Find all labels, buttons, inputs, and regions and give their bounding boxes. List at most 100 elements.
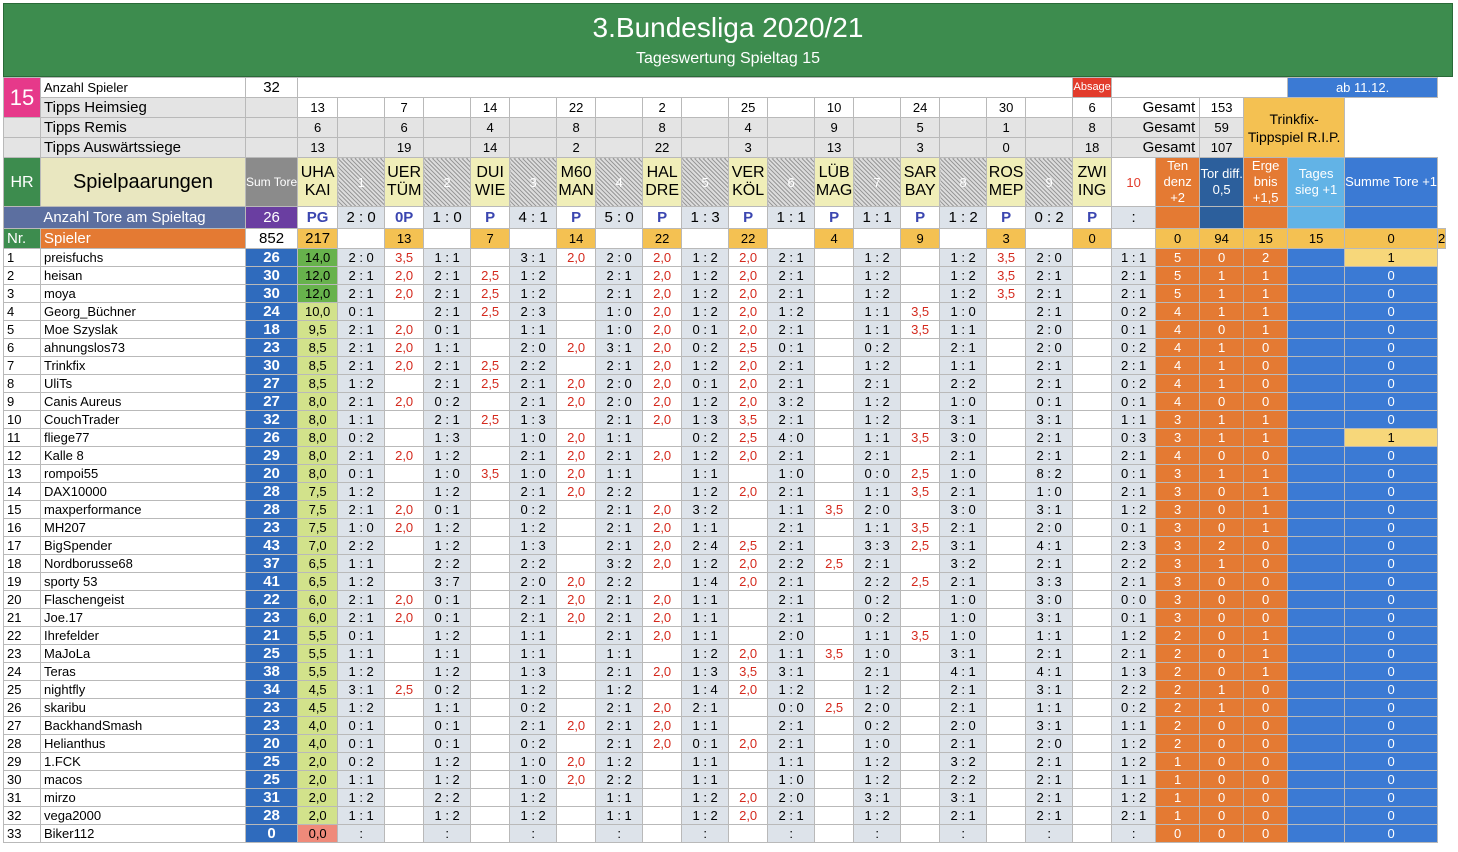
player-tip-points <box>642 788 683 807</box>
empty <box>1155 206 1201 229</box>
player-tip: 3 : 1 <box>767 662 816 681</box>
label-gesamt: Gesamt <box>1111 137 1201 158</box>
player-tip-points <box>470 698 511 717</box>
player-ten: 2 <box>1155 662 1201 681</box>
player-tip-points <box>642 572 683 591</box>
player-pg: 9,5 <box>297 320 339 339</box>
player-tip-points <box>986 680 1027 699</box>
player-tip: 8 : 2 <box>1025 464 1074 483</box>
player-tor: 2 <box>1199 536 1245 555</box>
nr-header: Nr. <box>3 228 41 249</box>
pg-label: PG <box>297 206 339 229</box>
player-tip-points <box>728 608 769 627</box>
player-tip-points <box>1072 662 1113 681</box>
player-tip: 2 : 1 <box>1025 446 1074 465</box>
match-points: 3 <box>986 228 1027 249</box>
empty <box>1025 137 1074 158</box>
label-gesamt: Gesamt <box>1111 97 1201 118</box>
player-erg: 0 <box>1243 374 1289 393</box>
player-tip: 2 : 2 <box>767 554 816 573</box>
player-tore: 30 <box>244 266 299 285</box>
team-pair: UER TÜM <box>384 157 425 207</box>
player-tip-points <box>986 536 1027 555</box>
remis-count: 1 <box>986 117 1027 138</box>
player-tip: 1 : 2 <box>423 770 472 789</box>
player-tore: 20 <box>244 734 299 753</box>
player-tip-points <box>900 392 941 411</box>
player-tip: 2 : 1 <box>1025 374 1074 393</box>
player-tip: 0 : 1 <box>767 338 816 357</box>
player-tip-points <box>814 572 855 591</box>
player-tore: 23 <box>244 716 299 735</box>
player-tip: 1 : 2 <box>681 644 730 663</box>
match-p: P <box>900 206 941 229</box>
match-index: 3 <box>509 157 558 207</box>
player-tip-points: 2,0 <box>384 500 425 519</box>
player-tip: 2 : 1 <box>767 410 816 429</box>
player-tip: 2 : 1 <box>595 626 644 645</box>
player-tip: 0 : 1 <box>1111 608 1157 627</box>
player-tip: 1 : 0 <box>939 392 988 411</box>
player-ten: 3 <box>1155 518 1201 537</box>
player-tip-points: 2,0 <box>384 338 425 357</box>
player-tip: 2 : 2 <box>423 554 472 573</box>
player-tip-points <box>814 662 855 681</box>
player-tip-points <box>1072 320 1113 339</box>
player-tip: 0 : 2 <box>853 608 902 627</box>
player-tore: 28 <box>244 500 299 519</box>
player-tip: 1 : 2 <box>767 680 816 699</box>
player-erg: 0 <box>1243 554 1289 573</box>
label-tipps-heimsieg: Tipps Heimsieg <box>40 97 246 118</box>
player-tip: 2 : 1 <box>767 536 816 555</box>
player-pg: 5,5 <box>297 626 339 645</box>
player-tip-points <box>642 644 683 663</box>
empty <box>509 228 558 249</box>
player-tip-points: 2,0 <box>556 590 597 609</box>
player-tip: 1 : 2 <box>595 752 644 771</box>
player-tip-points <box>1072 284 1113 303</box>
player-tip: 2 : 0 <box>767 626 816 645</box>
player-tip: 3 : 2 <box>767 392 816 411</box>
player-tip-points: 2,0 <box>384 284 425 303</box>
player-tip: : <box>853 824 902 843</box>
player-sum: 0 <box>1344 320 1439 339</box>
player-tip: 1 : 2 <box>423 662 472 681</box>
player-tip: 1 : 2 <box>681 356 730 375</box>
player-name: BackhandSmash <box>40 716 246 735</box>
player-tip: 1 : 1 <box>595 428 644 447</box>
player-tip: 2 : 0 <box>337 248 386 267</box>
player-tip-points <box>986 716 1027 735</box>
player-tip: 2 : 1 <box>767 806 816 825</box>
player-tag <box>1287 662 1346 681</box>
player-name: maxperformance <box>40 500 246 519</box>
player-tip-points <box>384 626 425 645</box>
player-tore: 24 <box>244 302 299 321</box>
player-tore: 25 <box>244 644 299 663</box>
player-tip-points: 3,5 <box>986 248 1027 267</box>
player-tip-points <box>556 320 597 339</box>
player-tip: 2 : 1 <box>853 446 902 465</box>
player-nr: 1 <box>3 248 41 267</box>
player-tip: 3 : 0 <box>939 500 988 519</box>
player-tor: 1 <box>1199 284 1245 303</box>
player-tip: : <box>337 824 386 843</box>
player-tip: 1 : 2 <box>595 680 644 699</box>
player-tip-points <box>814 806 855 825</box>
player-tip: 3 : 1 <box>595 338 644 357</box>
player-tip: 2 : 0 <box>853 500 902 519</box>
player-tip: 2 : 1 <box>1025 644 1074 663</box>
player-tip: 0 : 2 <box>509 500 558 519</box>
player-name: UliTs <box>40 374 246 393</box>
player-tore: 21 <box>244 626 299 645</box>
player-sum: 0 <box>1344 464 1439 483</box>
match-result: 4 : 1 <box>509 206 558 229</box>
empty <box>1025 228 1074 249</box>
player-tor: 0 <box>1199 590 1245 609</box>
player-pg: 8,0 <box>297 410 339 429</box>
player-tip-points: 2,0 <box>556 752 597 771</box>
player-erg: 0 <box>1243 806 1289 825</box>
player-tip-points <box>556 266 597 285</box>
player-erg: 0 <box>1243 734 1289 753</box>
player-tip-points: 2,5 <box>814 698 855 717</box>
player-tip-points <box>384 374 425 393</box>
